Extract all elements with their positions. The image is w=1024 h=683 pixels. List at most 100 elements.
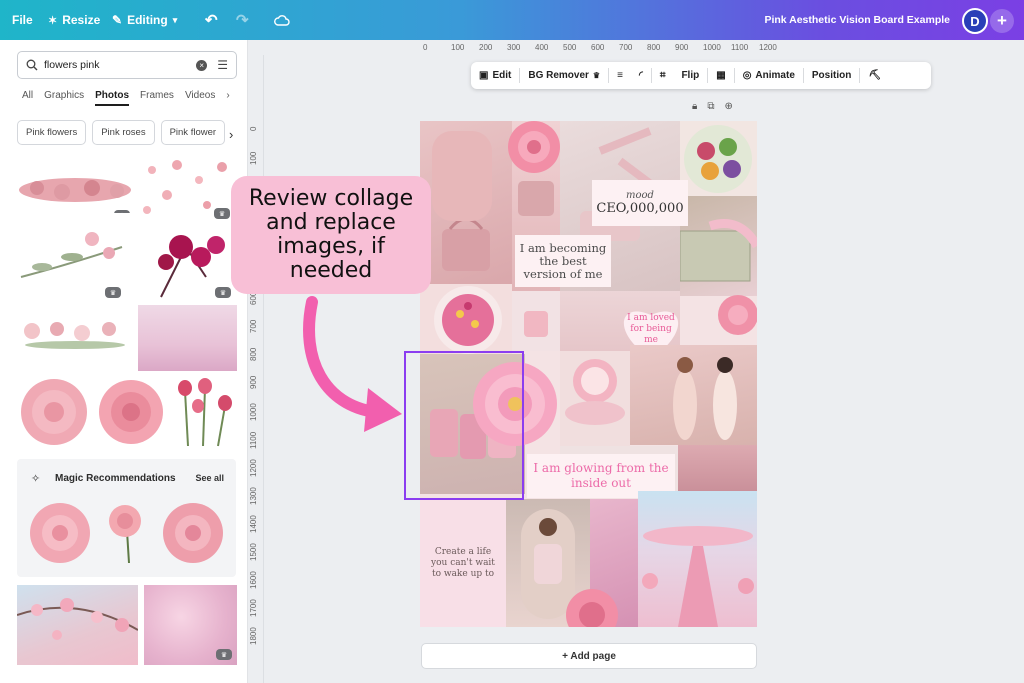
photo-thumbnail[interactable] (160, 501, 226, 565)
ruler-tick: 100 (249, 151, 258, 165)
vertical-ruler: 0 100 600 700 800 900 1000 1100 1200 130… (248, 55, 264, 683)
collage-rose[interactable] (504, 121, 564, 175)
pencil-icon: ✎ (112, 13, 123, 27)
photo-thumbnail[interactable] (138, 305, 237, 371)
tab-all[interactable]: All (22, 90, 33, 106)
content-tabs: All Graphics Photos Frames Videos › (22, 90, 230, 106)
chip-pink-roses[interactable]: Pink roses (92, 120, 155, 145)
tab-frames[interactable]: Frames (140, 90, 174, 106)
ruler-tick: 600 (591, 43, 605, 52)
collage-photo-smoothie-bowl[interactable] (420, 284, 512, 354)
ruler-tick: 0 (249, 126, 258, 131)
photo-thumbnail[interactable] (17, 585, 138, 665)
horizontal-ruler: 0 100 200 300 400 500 600 700 800 900 10… (420, 40, 780, 55)
photo-thumbnail[interactable]: ♛ (144, 585, 237, 665)
ruler-tick: 700 (619, 43, 633, 52)
avatar[interactable]: D (962, 8, 988, 34)
photo-thumbnail[interactable] (170, 376, 237, 448)
add-collaborator-button[interactable]: + (990, 9, 1014, 33)
animate-button[interactable]: ◎ Animate (735, 62, 803, 89)
editing-label: Editing (127, 13, 168, 27)
photo-thumbnail[interactable]: ♛ (131, 227, 237, 299)
crop-button[interactable]: ⌗ (652, 62, 674, 89)
duplicate-page-icon[interactable]: ⧉ (707, 101, 714, 112)
file-menu[interactable]: File (12, 0, 33, 40)
clear-icon[interactable]: × (196, 59, 208, 71)
ruler-tick: 200 (479, 43, 493, 52)
transparency-button[interactable]: ▦ (708, 62, 733, 89)
photo-thumbnail[interactable]: ♛ (17, 227, 125, 299)
border-style-button[interactable]: ≡ (609, 62, 631, 89)
ruler-tick: 1100 (731, 43, 749, 52)
chip-pink-flower[interactable]: Pink flower (160, 120, 226, 145)
collage-photo-pink-jet[interactable] (638, 491, 757, 627)
tabs-next-icon[interactable]: › (226, 90, 229, 106)
photo-thumbnail[interactable] (97, 501, 157, 565)
collage-photo-latte[interactable] (560, 351, 630, 446)
collage-photo-makeup[interactable] (678, 445, 757, 493)
chip-pink-flowers[interactable]: Pink flowers (17, 120, 87, 145)
edit-label: Edit (492, 70, 512, 81)
mood-value: CEO,000,000 (596, 201, 684, 216)
tab-photos[interactable]: Photos (95, 90, 130, 106)
collage-photo-friends[interactable] (630, 345, 757, 445)
position-button[interactable]: Position (804, 62, 859, 89)
corner-rounding-button[interactable]: ◜ (631, 62, 651, 89)
magic-recommendations: ✧ Magic Recommendations See all (17, 459, 236, 577)
copy-style-button[interactable]: ⛏ (860, 62, 889, 89)
add-page-icon[interactable]: ⊕ (724, 101, 732, 112)
paint-roller-icon: ⛏ (868, 70, 882, 81)
premium-crown-icon: ♛ (105, 287, 121, 298)
ruler-tick: 100 (451, 43, 465, 52)
mood-card[interactable]: mood CEO,000,000 (592, 180, 688, 226)
photo-thumbnail[interactable] (17, 376, 92, 448)
ruler-tick: 800 (249, 347, 258, 361)
photo-thumbnail[interactable] (27, 501, 93, 565)
resize-button[interactable]: ✶ Resize (48, 0, 100, 40)
resize-label: Resize (62, 13, 101, 27)
ruler-tick: 1800 (249, 627, 258, 645)
editing-mode-button[interactable]: ✎ Editing ▾ (112, 0, 177, 40)
chips-next-icon[interactable]: › (229, 127, 233, 142)
see-all-link[interactable]: See all (195, 473, 224, 483)
filter-icon[interactable]: ☰ (217, 58, 228, 72)
quote-card-create[interactable]: Create a life you can't wait to wake up … (420, 499, 506, 627)
tab-graphics[interactable]: Graphics (44, 90, 84, 106)
redo-icon[interactable]: ↷ (236, 0, 249, 40)
ruler-tick: 1700 (249, 599, 258, 617)
collage-photo-money[interactable] (680, 196, 757, 296)
ruler-tick: 900 (249, 375, 258, 389)
corner-curve-icon: ◜ (638, 70, 643, 81)
lock-icon[interactable]: 🔒︎ (692, 101, 697, 112)
premium-crown-icon: ♛ (114, 210, 130, 213)
photo-thumbnail[interactable] (96, 376, 166, 448)
collage-rose[interactable] (716, 287, 757, 345)
collage-rose[interactable] (562, 587, 622, 627)
edit-image-button[interactable]: ▣ Edit (471, 62, 519, 89)
top-bar: File ✶ Resize ✎ Editing ▾ ↶ ↷ Pink Aesth… (0, 0, 1024, 40)
quote-card-becoming[interactable]: I am becoming the best version of me (515, 235, 611, 287)
tab-videos[interactable]: Videos (185, 90, 215, 106)
collage-photo-food-bowl[interactable] (680, 121, 757, 196)
collage-photo-handbag[interactable] (420, 121, 512, 291)
animate-icon: ◎ (742, 70, 752, 81)
bg-remover-button[interactable]: BG Remover ♛ (520, 62, 608, 89)
suggestion-chips: Pink flowers Pink roses Pink flower (17, 120, 226, 145)
ruler-tick: 1200 (759, 43, 777, 52)
bg-remover-label: BG Remover (528, 70, 589, 81)
photo-thumbnail[interactable]: ♛ (17, 168, 134, 213)
search-icon (26, 59, 38, 71)
heart-quote-text: I am loved for being me (627, 313, 675, 345)
design-title[interactable]: Pink Aesthetic Vision Board Example (764, 0, 950, 40)
image-edit-icon: ▣ (479, 70, 489, 81)
flip-button[interactable]: Flip (673, 62, 707, 89)
selection-frame[interactable] (404, 351, 524, 500)
cloud-sync-icon[interactable] (274, 0, 290, 40)
photo-thumbnail[interactable]: ♛ (17, 317, 133, 355)
add-page-button[interactable]: + Add page (421, 643, 757, 669)
undo-icon[interactable]: ↶ (205, 0, 218, 40)
search-input[interactable]: flowers pink × ☰ (17, 51, 237, 79)
collage-photo-candle[interactable] (512, 291, 560, 351)
magic-sparkle-icon: ✧ (31, 473, 41, 485)
position-label: Position (811, 70, 852, 81)
